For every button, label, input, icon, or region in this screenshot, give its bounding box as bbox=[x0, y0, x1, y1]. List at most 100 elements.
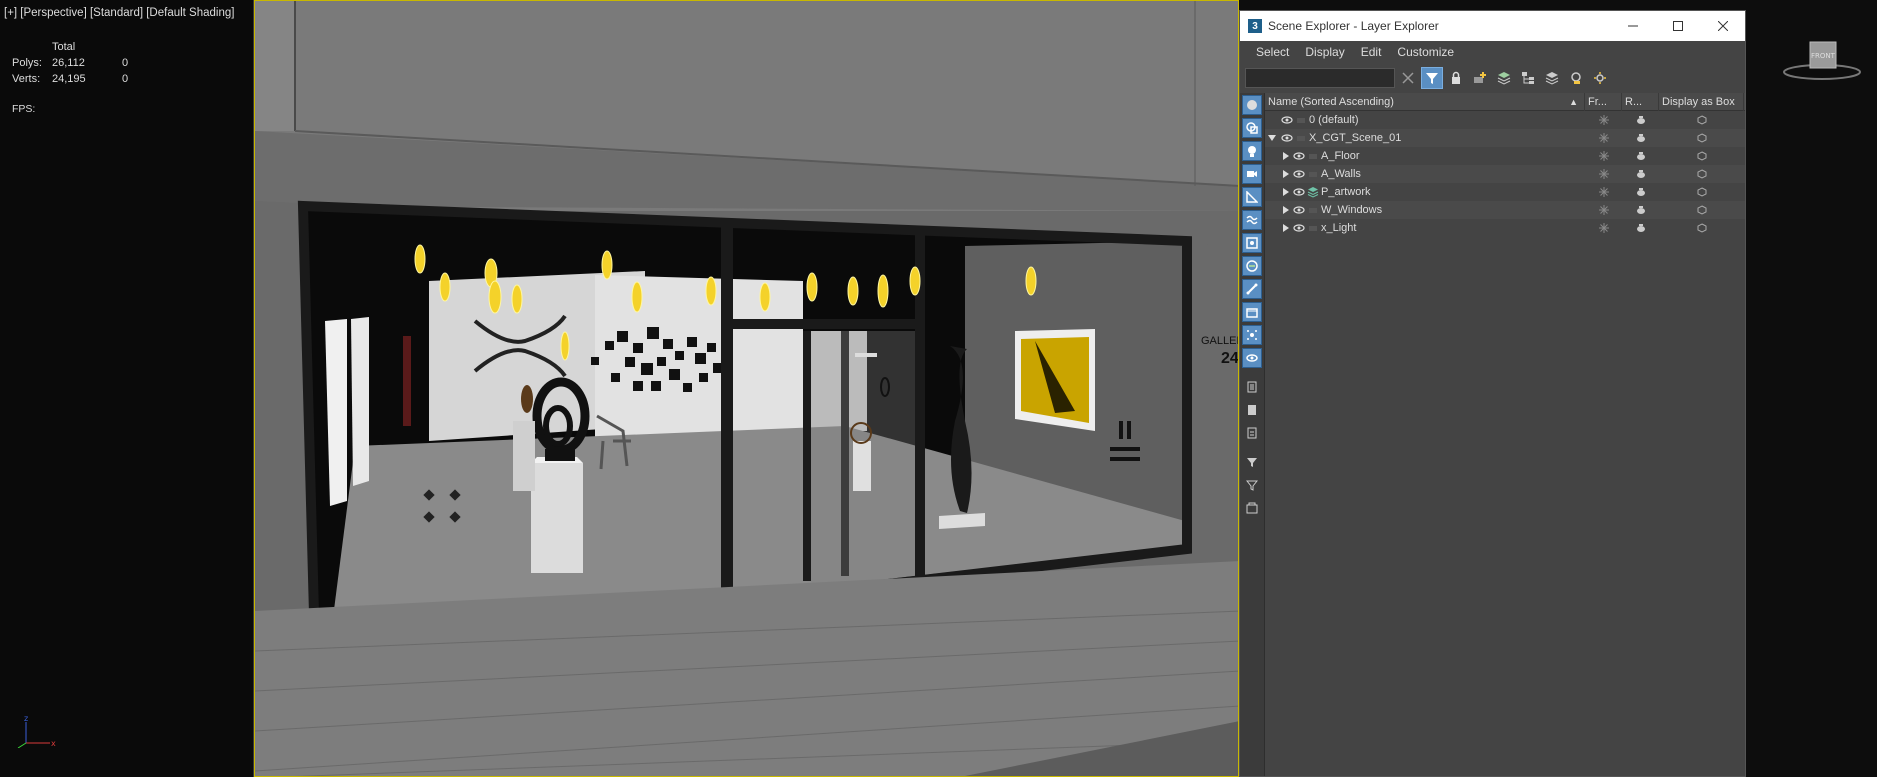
expand-arrow-icon[interactable] bbox=[1281, 201, 1291, 219]
layer-icon bbox=[1295, 111, 1307, 129]
column-name[interactable]: Name (Sorted Ascending) ▲ bbox=[1265, 92, 1585, 111]
filter-shapes-button[interactable] bbox=[1242, 118, 1262, 138]
lock-icon bbox=[1452, 71, 1460, 84]
column-display-as-box[interactable]: Display as Box bbox=[1659, 92, 1744, 111]
filter-options-button[interactable] bbox=[1242, 452, 1262, 472]
display-invert-button[interactable] bbox=[1242, 423, 1262, 443]
column-header: Name (Sorted Ascending) ▲ Fr... R... Dis… bbox=[1265, 92, 1745, 111]
perspective-viewport[interactable]: GALLER 24 bbox=[254, 0, 1239, 777]
layer-name[interactable]: x_Light bbox=[1321, 222, 1356, 234]
render-toggle[interactable] bbox=[1622, 219, 1659, 237]
eye-icon[interactable] bbox=[1291, 219, 1307, 237]
layer-name[interactable]: A_Walls bbox=[1321, 168, 1361, 180]
expand-arrow-icon[interactable] bbox=[1281, 147, 1291, 165]
filter-particles-button[interactable] bbox=[1242, 325, 1262, 345]
eye-icon[interactable] bbox=[1279, 129, 1295, 147]
hierarchy-button[interactable] bbox=[1517, 67, 1539, 89]
layer-name[interactable]: 0 (default) bbox=[1309, 114, 1359, 126]
display-none-button[interactable] bbox=[1242, 400, 1262, 420]
render-toggle[interactable] bbox=[1622, 111, 1659, 129]
selection-set-button[interactable] bbox=[1242, 498, 1262, 518]
box-toggle[interactable] bbox=[1659, 165, 1744, 183]
layer-name[interactable]: A_Floor bbox=[1321, 150, 1360, 162]
layer-name[interactable]: W_Windows bbox=[1321, 204, 1382, 216]
frozen-toggle[interactable] bbox=[1585, 165, 1622, 183]
render-toggle[interactable] bbox=[1622, 147, 1659, 165]
eye-icon[interactable] bbox=[1291, 183, 1307, 201]
filter-groups-button[interactable] bbox=[1242, 233, 1262, 253]
close-button[interactable] bbox=[1700, 11, 1745, 41]
layer-row[interactable]: W_Windows bbox=[1265, 201, 1745, 219]
box-toggle[interactable] bbox=[1659, 201, 1744, 219]
highlight-button[interactable] bbox=[1565, 67, 1587, 89]
eye-icon[interactable] bbox=[1291, 165, 1307, 183]
box-toggle[interactable] bbox=[1659, 219, 1744, 237]
menu-display[interactable]: Display bbox=[1297, 45, 1352, 59]
expand-arrow-icon[interactable] bbox=[1281, 219, 1291, 237]
box-icon bbox=[1697, 205, 1706, 215]
clear-search-button[interactable] bbox=[1397, 67, 1419, 89]
box-toggle[interactable] bbox=[1659, 111, 1744, 129]
filter-containers-button[interactable] bbox=[1242, 302, 1262, 322]
scene-explorer-window[interactable]: 3 Scene Explorer - Layer Explorer Select… bbox=[1239, 10, 1746, 777]
filter-lights-button[interactable] bbox=[1242, 141, 1262, 161]
title-bar[interactable]: 3 Scene Explorer - Layer Explorer bbox=[1240, 11, 1745, 41]
render-toggle[interactable] bbox=[1622, 129, 1659, 147]
expand-arrow-icon[interactable] bbox=[1281, 183, 1291, 201]
layer-row[interactable]: 0 (default) bbox=[1265, 111, 1745, 129]
layer-row[interactable]: X_CGT_Scene_01 bbox=[1265, 129, 1745, 147]
filter-toggle-button[interactable] bbox=[1421, 67, 1443, 89]
viewport-stats: Total Polys: 26,112 0 Verts: 24,195 0 bbox=[12, 39, 152, 87]
teapot-icon bbox=[1636, 152, 1645, 160]
search-input[interactable] bbox=[1245, 68, 1395, 88]
left-viewport[interactable]: [+] [Perspective] [Standard] [Default Sh… bbox=[0, 0, 254, 777]
eye-icon[interactable] bbox=[1291, 147, 1307, 165]
expand-arrow-icon[interactable] bbox=[1281, 165, 1291, 183]
display-all-button[interactable] bbox=[1242, 377, 1262, 397]
menu-select[interactable]: Select bbox=[1248, 45, 1297, 59]
eye-icon[interactable] bbox=[1291, 201, 1307, 219]
settings-button[interactable] bbox=[1589, 67, 1611, 89]
maximize-button[interactable] bbox=[1655, 11, 1700, 41]
layer-row-current[interactable]: P_artwork bbox=[1265, 183, 1745, 201]
render-toggle[interactable] bbox=[1622, 165, 1659, 183]
filter-bones-button[interactable] bbox=[1242, 279, 1262, 299]
menu-edit[interactable]: Edit bbox=[1353, 45, 1390, 59]
eye-icon[interactable] bbox=[1279, 111, 1295, 129]
viewcube-icon[interactable]: FRONT bbox=[1782, 38, 1862, 82]
render-toggle[interactable] bbox=[1622, 201, 1659, 219]
layer-stack-button[interactable] bbox=[1541, 67, 1563, 89]
add-to-layer-button[interactable] bbox=[1493, 67, 1515, 89]
collapse-arrow-icon[interactable] bbox=[1267, 129, 1277, 147]
minimize-button[interactable] bbox=[1610, 11, 1655, 41]
frozen-toggle[interactable] bbox=[1585, 219, 1622, 237]
viewport-label[interactable]: [+] [Perspective] [Standard] [Default Sh… bbox=[4, 7, 234, 19]
filter-cameras-button[interactable] bbox=[1242, 164, 1262, 184]
new-layer-button[interactable] bbox=[1469, 67, 1491, 89]
frozen-toggle[interactable] bbox=[1585, 111, 1622, 129]
menu-customize[interactable]: Customize bbox=[1389, 45, 1462, 59]
scene-render[interactable]: GALLER 24 bbox=[255, 1, 1239, 777]
lock-button[interactable] bbox=[1445, 67, 1467, 89]
filter-by-button[interactable] bbox=[1242, 475, 1262, 495]
filter-spacewarps-button[interactable] bbox=[1242, 210, 1262, 230]
layer-row[interactable]: x_Light bbox=[1265, 219, 1745, 237]
frozen-toggle[interactable] bbox=[1585, 183, 1622, 201]
column-frozen[interactable]: Fr... bbox=[1585, 92, 1622, 111]
box-toggle[interactable] bbox=[1659, 147, 1744, 165]
box-toggle[interactable] bbox=[1659, 129, 1744, 147]
filter-helpers-button[interactable] bbox=[1242, 187, 1262, 207]
filter-xrefs-button[interactable] bbox=[1242, 256, 1262, 276]
frozen-toggle[interactable] bbox=[1585, 147, 1622, 165]
filter-hidden-button[interactable] bbox=[1242, 348, 1262, 368]
layer-name[interactable]: X_CGT_Scene_01 bbox=[1309, 132, 1401, 144]
layer-name[interactable]: P_artwork bbox=[1321, 186, 1371, 198]
frozen-toggle[interactable] bbox=[1585, 129, 1622, 147]
filter-geometry-button[interactable] bbox=[1242, 95, 1262, 115]
column-renderable[interactable]: R... bbox=[1622, 92, 1659, 111]
layer-row[interactable]: A_Walls bbox=[1265, 165, 1745, 183]
layer-row[interactable]: A_Floor bbox=[1265, 147, 1745, 165]
box-toggle[interactable] bbox=[1659, 183, 1744, 201]
render-toggle[interactable] bbox=[1622, 183, 1659, 201]
frozen-toggle[interactable] bbox=[1585, 201, 1622, 219]
